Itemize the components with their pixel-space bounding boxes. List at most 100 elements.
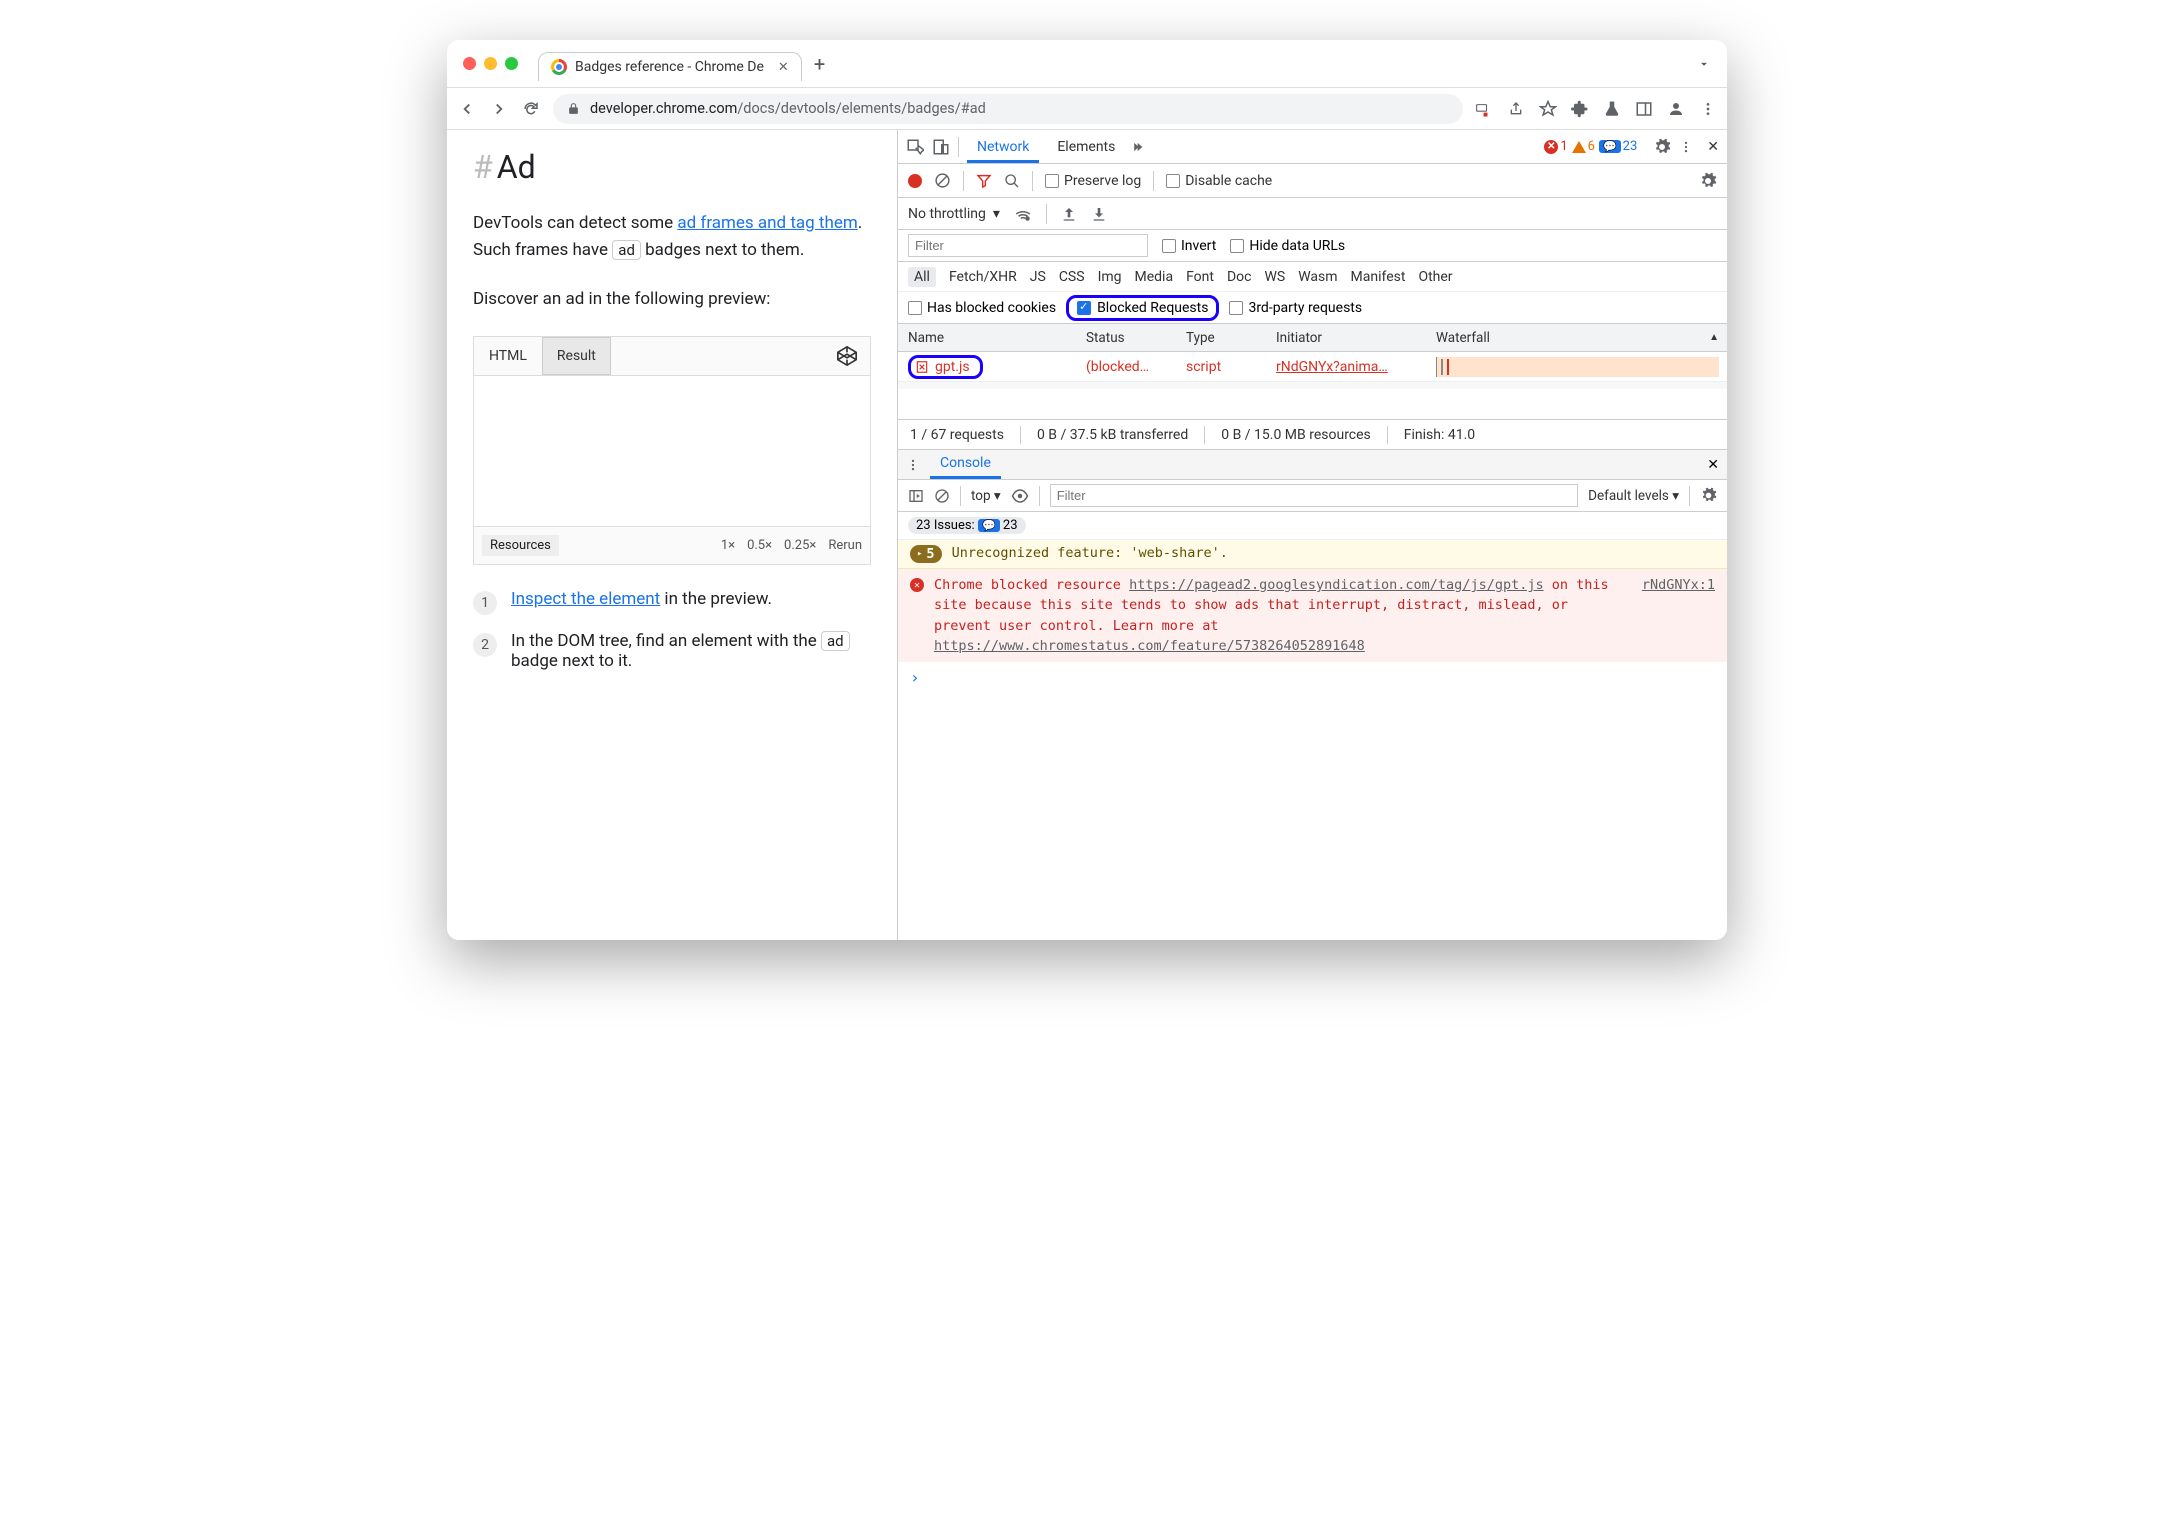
filter-wasm[interactable]: Wasm — [1298, 269, 1337, 285]
console-filter-input[interactable] — [1050, 484, 1578, 507]
close-drawer-button[interactable]: ✕ — [1707, 457, 1719, 473]
preserve-log-checkbox[interactable]: Preserve log — [1045, 173, 1141, 189]
warning-count-badge[interactable]: 6 — [1572, 139, 1595, 154]
filter-media[interactable]: Media — [1135, 269, 1174, 285]
codepen-zoom-1x[interactable]: 1× — [721, 538, 735, 553]
filter-all[interactable]: All — [908, 267, 936, 287]
tabs-dropdown-button[interactable] — [1697, 57, 1711, 71]
codepen-zoom-025x[interactable]: 0.25× — [784, 538, 816, 553]
more-tabs-icon[interactable] — [1133, 140, 1147, 154]
col-type[interactable]: Type — [1178, 330, 1268, 346]
tab-elements[interactable]: Elements — [1047, 131, 1125, 163]
col-name[interactable]: Name — [898, 330, 1078, 346]
labs-icon[interactable] — [1603, 100, 1621, 118]
issues-row[interactable]: 23 Issues: 💬 23 — [898, 512, 1727, 540]
inspect-element-icon[interactable] — [906, 138, 924, 156]
close-window-button[interactable] — [463, 57, 476, 70]
third-party-checkbox[interactable]: 3rd-party requests — [1229, 300, 1362, 316]
minimize-window-button[interactable] — [484, 57, 497, 70]
console-settings-gear-icon[interactable] — [1700, 487, 1717, 504]
codepen-logo-icon[interactable] — [824, 337, 870, 375]
tab-close-button[interactable]: ✕ — [778, 60, 789, 75]
error-url-2[interactable]: https://www.chromestatus.com/feature/573… — [934, 638, 1365, 654]
network-conditions-icon[interactable] — [1014, 205, 1032, 223]
link-inspect-element[interactable]: Inspect the element — [511, 589, 660, 609]
settings-gear-icon[interactable] — [1653, 138, 1671, 156]
message-count-badge[interactable]: 💬23 — [1599, 139, 1637, 154]
network-settings-gear-icon[interactable] — [1699, 172, 1717, 190]
maximize-window-button[interactable] — [505, 57, 518, 70]
window-titlebar: Badges reference - Chrome De ✕ + — [447, 40, 1727, 88]
context-select[interactable]: top ▾ — [971, 488, 1001, 504]
share-icon[interactable] — [1507, 100, 1525, 118]
download-har-icon[interactable] — [1091, 206, 1107, 222]
record-button[interactable] — [908, 174, 922, 188]
codepen-rerun-button[interactable]: Rerun — [828, 538, 862, 553]
tab-network[interactable]: Network — [967, 131, 1039, 163]
log-levels-select[interactable]: Default levels ▾ — [1588, 488, 1679, 504]
error-source-link[interactable]: rNdGNYx:1 — [1642, 575, 1715, 595]
blocked-requests-checkbox[interactable]: Blocked Requests — [1066, 295, 1219, 321]
browser-tab[interactable]: Badges reference - Chrome De ✕ — [538, 52, 802, 81]
side-panel-icon[interactable] — [1635, 100, 1653, 118]
codepen-zoom-05x[interactable]: 0.5× — [747, 538, 772, 553]
drawer-tab-bar: Console ✕ — [898, 450, 1727, 480]
disable-cache-checkbox[interactable]: Disable cache — [1166, 173, 1272, 189]
request-name-highlighted: gpt.js — [908, 355, 983, 379]
upload-har-icon[interactable] — [1061, 206, 1077, 222]
chrome-icon — [551, 59, 567, 75]
network-filter-input[interactable] — [908, 234, 1148, 257]
filter-css[interactable]: CSS — [1059, 269, 1085, 285]
devtools-menu-icon[interactable] — [1679, 140, 1693, 154]
cell-initiator[interactable]: rNdGNYx?anima… — [1268, 359, 1428, 375]
console-prompt[interactable]: › — [898, 662, 1727, 693]
profile-avatar-icon[interactable] — [1667, 100, 1685, 118]
filter-manifest[interactable]: Manifest — [1351, 269, 1406, 285]
filter-fetch[interactable]: Fetch/XHR — [949, 269, 1017, 285]
col-status[interactable]: Status — [1078, 330, 1178, 346]
forward-button[interactable] — [489, 99, 509, 119]
codepen-tab-html[interactable]: HTML — [474, 337, 542, 375]
extensions-icon[interactable] — [1571, 100, 1589, 118]
address-bar[interactable]: developer.chrome.com/docs/devtools/eleme… — [553, 94, 1463, 124]
chrome-menu-button[interactable] — [1699, 100, 1717, 118]
filter-doc[interactable]: Doc — [1227, 269, 1252, 285]
error-count-badge[interactable]: ✕1 — [1544, 139, 1567, 154]
table-row[interactable]: gpt.js (blocked… script rNdGNYx?anima… — [898, 352, 1727, 382]
hide-data-urls-checkbox[interactable]: Hide data URLs — [1230, 238, 1345, 254]
filter-toggle-icon[interactable] — [976, 173, 992, 189]
col-waterfall[interactable]: Waterfall▲ — [1428, 330, 1727, 346]
filter-font[interactable]: Font — [1186, 269, 1214, 285]
cell-status: (blocked… — [1078, 359, 1178, 375]
new-tab-button[interactable]: + — [814, 52, 825, 76]
has-blocked-cookies-checkbox[interactable]: Has blocked cookies — [908, 300, 1056, 316]
codepen-tab-result[interactable]: Result — [542, 337, 611, 375]
filter-img[interactable]: Img — [1098, 269, 1122, 285]
back-button[interactable] — [457, 99, 477, 119]
screen-share-icon[interactable]: ■ — [1475, 100, 1493, 118]
throttling-select[interactable]: No throttling ▾ — [908, 206, 1000, 222]
console-error-row[interactable]: ✕ Chrome blocked resource https://pagead… — [898, 569, 1727, 662]
drawer-menu-icon[interactable] — [906, 458, 920, 472]
filter-js[interactable]: JS — [1030, 269, 1046, 285]
sidebar-toggle-icon[interactable] — [908, 488, 924, 504]
live-expression-icon[interactable] — [1011, 487, 1029, 505]
search-icon[interactable] — [1004, 173, 1020, 189]
bookmark-star-icon[interactable] — [1539, 100, 1557, 118]
close-devtools-button[interactable]: ✕ — [1707, 139, 1719, 155]
clear-console-icon[interactable] — [934, 488, 950, 504]
codepen-result-frame[interactable] — [474, 376, 870, 526]
link-ad-frames[interactable]: ad frames and tag them — [677, 213, 857, 233]
clear-button[interactable] — [934, 172, 951, 189]
codepen-resources-button[interactable]: Resources — [482, 535, 559, 556]
step-number: 1 — [473, 591, 497, 615]
error-url-1[interactable]: https://pagead2.googlesyndication.com/ta… — [1129, 577, 1544, 593]
tab-console[interactable]: Console — [930, 450, 1001, 479]
filter-ws[interactable]: WS — [1264, 269, 1285, 285]
console-warning-row[interactable]: 5 Unrecognized feature: 'web-share'. — [898, 540, 1727, 569]
reload-button[interactable] — [521, 99, 541, 119]
col-initiator[interactable]: Initiator — [1268, 330, 1428, 346]
filter-other[interactable]: Other — [1418, 269, 1452, 285]
invert-checkbox[interactable]: Invert — [1162, 238, 1216, 254]
device-toggle-icon[interactable] — [932, 138, 950, 156]
